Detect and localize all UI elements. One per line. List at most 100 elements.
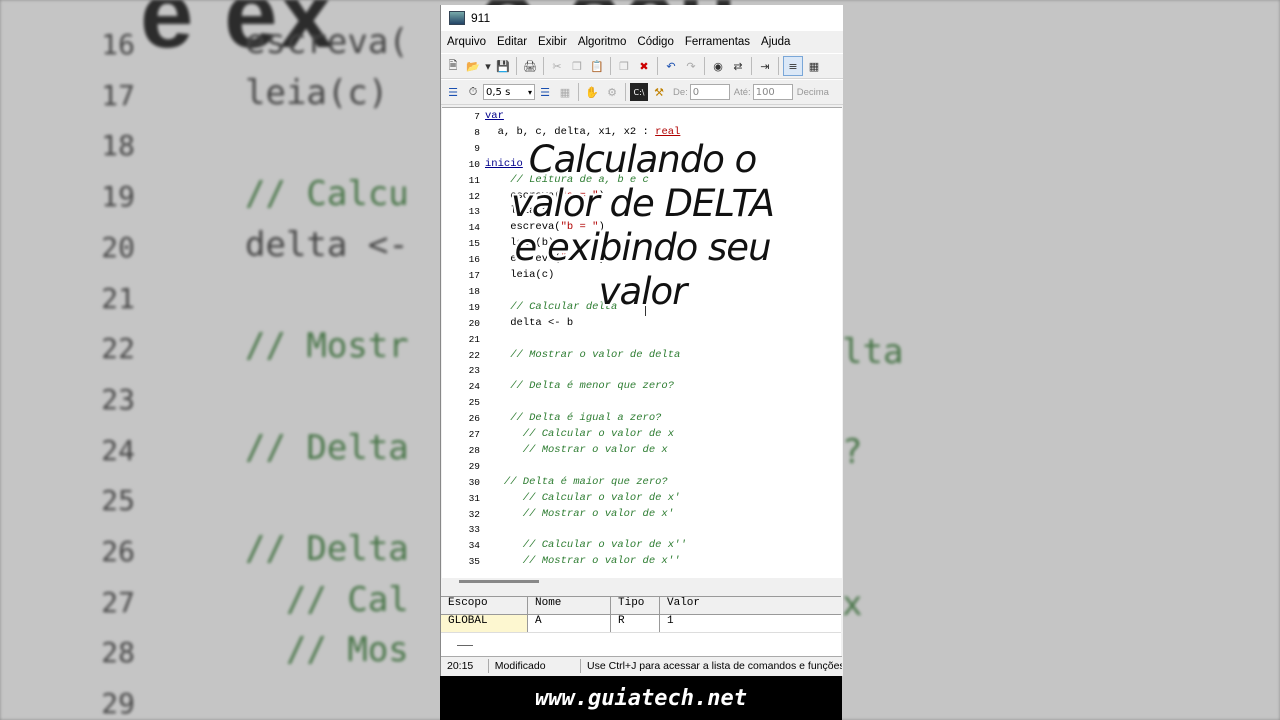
col-escopo-header[interactable]: Escopo	[441, 597, 528, 614]
col-nome-header[interactable]: Nome	[528, 597, 611, 614]
code-line[interactable]: 20 delta <- b	[442, 317, 842, 333]
code-line[interactable]: 29	[442, 460, 842, 476]
code-line[interactable]: 24 // Delta é menor que zero?	[442, 380, 842, 396]
title-bar: 911	[441, 5, 843, 31]
hand-icon[interactable]: ✋	[583, 83, 601, 101]
code-text: // Mostrar o valor de x'	[485, 508, 674, 520]
toolbar-separator	[751, 57, 752, 75]
code-text: // Mostrar o valor de x	[485, 444, 668, 456]
code-text: delta <- b	[485, 317, 573, 329]
tool-icon[interactable]: ⚒	[650, 83, 668, 101]
toolbar-separator	[543, 57, 544, 75]
menu-item[interactable]: Editar	[491, 36, 532, 48]
new-file-icon[interactable]: 🗎	[444, 57, 462, 75]
code-text: // Calcular o valor de x''	[485, 539, 687, 551]
code-token: // Delta é menor que zero?	[485, 380, 675, 393]
copy-all-icon[interactable]: ❐	[615, 57, 633, 75]
line-number: 29	[468, 460, 480, 472]
caption-line: Calculando o	[528, 138, 758, 181]
menu-item[interactable]: Arquivo	[441, 36, 491, 48]
variables-panel: Escopo Nome Tipo Valor GLOBAL A R 1	[441, 596, 841, 657]
line-number: 21	[468, 333, 480, 345]
code-line[interactable]: 31 // Calcular o valor de x'	[442, 492, 842, 508]
code-text: // Calcular o valor de x'	[485, 492, 681, 504]
code-token: // Mostrar o valor de x'	[485, 507, 675, 520]
code-token: // Delta é igual a zero?	[485, 412, 662, 425]
table-row[interactable]: GLOBAL A R 1	[441, 615, 841, 633]
redo-icon[interactable]: ↷	[682, 57, 700, 75]
list-icon[interactable]: ≡	[783, 56, 803, 76]
menu-item[interactable]: Algoritmo	[572, 36, 632, 48]
menu-item[interactable]: Exibir	[532, 36, 572, 48]
line-number: 20	[468, 317, 480, 329]
code-token: delta <- b	[485, 316, 574, 329]
toolbar-separator	[578, 83, 579, 101]
panel-scroll-indicator[interactable]	[457, 645, 473, 646]
video-caption-overlay: Calculando o valor de DELTA e exibindo seu…	[470, 138, 815, 314]
code-line[interactable]: 34 // Calcular o valor de x''	[442, 539, 842, 555]
line-number: 33	[468, 524, 480, 536]
ate-input[interactable]: 100	[752, 84, 793, 100]
code-text: // Delta é maior que zero?	[485, 476, 668, 488]
dropdown-arrow-icon[interactable]: ▾	[484, 57, 492, 75]
code-line[interactable]: 28 // Mostrar o valor de x	[442, 444, 842, 460]
speed-select[interactable]: 0,5 s ▾	[483, 84, 535, 100]
undo-icon[interactable]: ↶	[662, 57, 680, 75]
line-number: 24	[468, 381, 480, 393]
copy-icon[interactable]: ❐	[568, 57, 586, 75]
gear-icon[interactable]: ⚙	[603, 83, 621, 101]
line-number: 22	[468, 349, 480, 361]
toolbar-separator	[610, 57, 611, 75]
horizontal-scrollbar[interactable]	[459, 580, 539, 583]
modified-status: Modificado	[489, 659, 582, 673]
col-valor-header[interactable]: Valor	[660, 597, 841, 614]
code-line[interactable]: 32 // Mostrar o valor de x'	[442, 508, 842, 524]
console-icon[interactable]: C:\	[630, 83, 648, 101]
indent-icon[interactable]: ⇥	[756, 57, 774, 75]
replace-icon[interactable]: ⇄	[729, 57, 747, 75]
code-token: // Mostrar o valor de x''	[485, 555, 681, 568]
step-over-icon[interactable]: ▦	[556, 83, 574, 101]
caption-line: valor	[598, 270, 688, 313]
line-number: 32	[468, 508, 480, 520]
cell-escopo: GLOBAL	[441, 615, 528, 632]
find-binoculars-icon[interactable]: ◉	[709, 57, 727, 75]
code-line[interactable]: 7 var	[442, 110, 842, 126]
run-list-icon[interactable]: ☰	[444, 83, 462, 101]
status-hint: Use Ctrl+J para acessar a lista de coman…	[587, 660, 842, 672]
de-input[interactable]: 0	[689, 84, 730, 100]
code-line[interactable]: 21	[442, 333, 842, 349]
save-icon[interactable]: 💾	[494, 57, 512, 75]
print-icon[interactable]: 🖨	[521, 57, 539, 75]
more-icon[interactable]: ▦	[805, 57, 823, 75]
cell-valor: 1	[667, 615, 674, 627]
open-folder-icon[interactable]: 📂	[464, 57, 482, 75]
menu-item[interactable]: Ferramentas	[679, 36, 755, 48]
code-line[interactable]: 25	[442, 396, 842, 412]
cell-tipo: R	[611, 615, 660, 632]
code-line[interactable]: 26 // Delta é igual a zero?	[442, 412, 842, 428]
col-tipo-header[interactable]: Tipo	[611, 597, 660, 614]
code-token: // Mostrar o valor de delta	[485, 348, 681, 361]
code-line[interactable]: 33	[442, 523, 842, 539]
cut-icon[interactable]: ✂	[548, 57, 566, 75]
menu-item[interactable]: Código	[631, 36, 678, 48]
code-line[interactable]: 27 // Calcular o valor de x	[442, 428, 842, 444]
code-line[interactable]: 22 // Mostrar o valor de delta	[442, 349, 842, 365]
code-token: var	[485, 110, 504, 122]
code-line[interactable]: 30 // Delta é maior que zero?	[442, 476, 842, 492]
ate-label: Até:	[733, 86, 751, 98]
paste-icon[interactable]: 📋	[588, 57, 606, 75]
code-line[interactable]: 23	[442, 364, 842, 380]
caption-line: valor de DELTA	[511, 182, 775, 225]
code-text: var	[485, 110, 504, 122]
code-text: a, b, c, delta, x1, x2 : real	[485, 126, 681, 138]
timer-icon[interactable]: ⏱	[464, 83, 482, 101]
status-bar: 20:15 Modificado Use Ctrl+J para acessar…	[441, 656, 842, 675]
delete-icon[interactable]: ✖	[635, 57, 653, 75]
line-number: 26	[468, 413, 480, 425]
menu-item[interactable]: Ajuda	[755, 36, 795, 48]
cell-nome: A	[528, 615, 611, 632]
code-line[interactable]: 35 // Mostrar o valor de x''	[442, 555, 842, 571]
step-icon[interactable]: ☰	[536, 83, 554, 101]
